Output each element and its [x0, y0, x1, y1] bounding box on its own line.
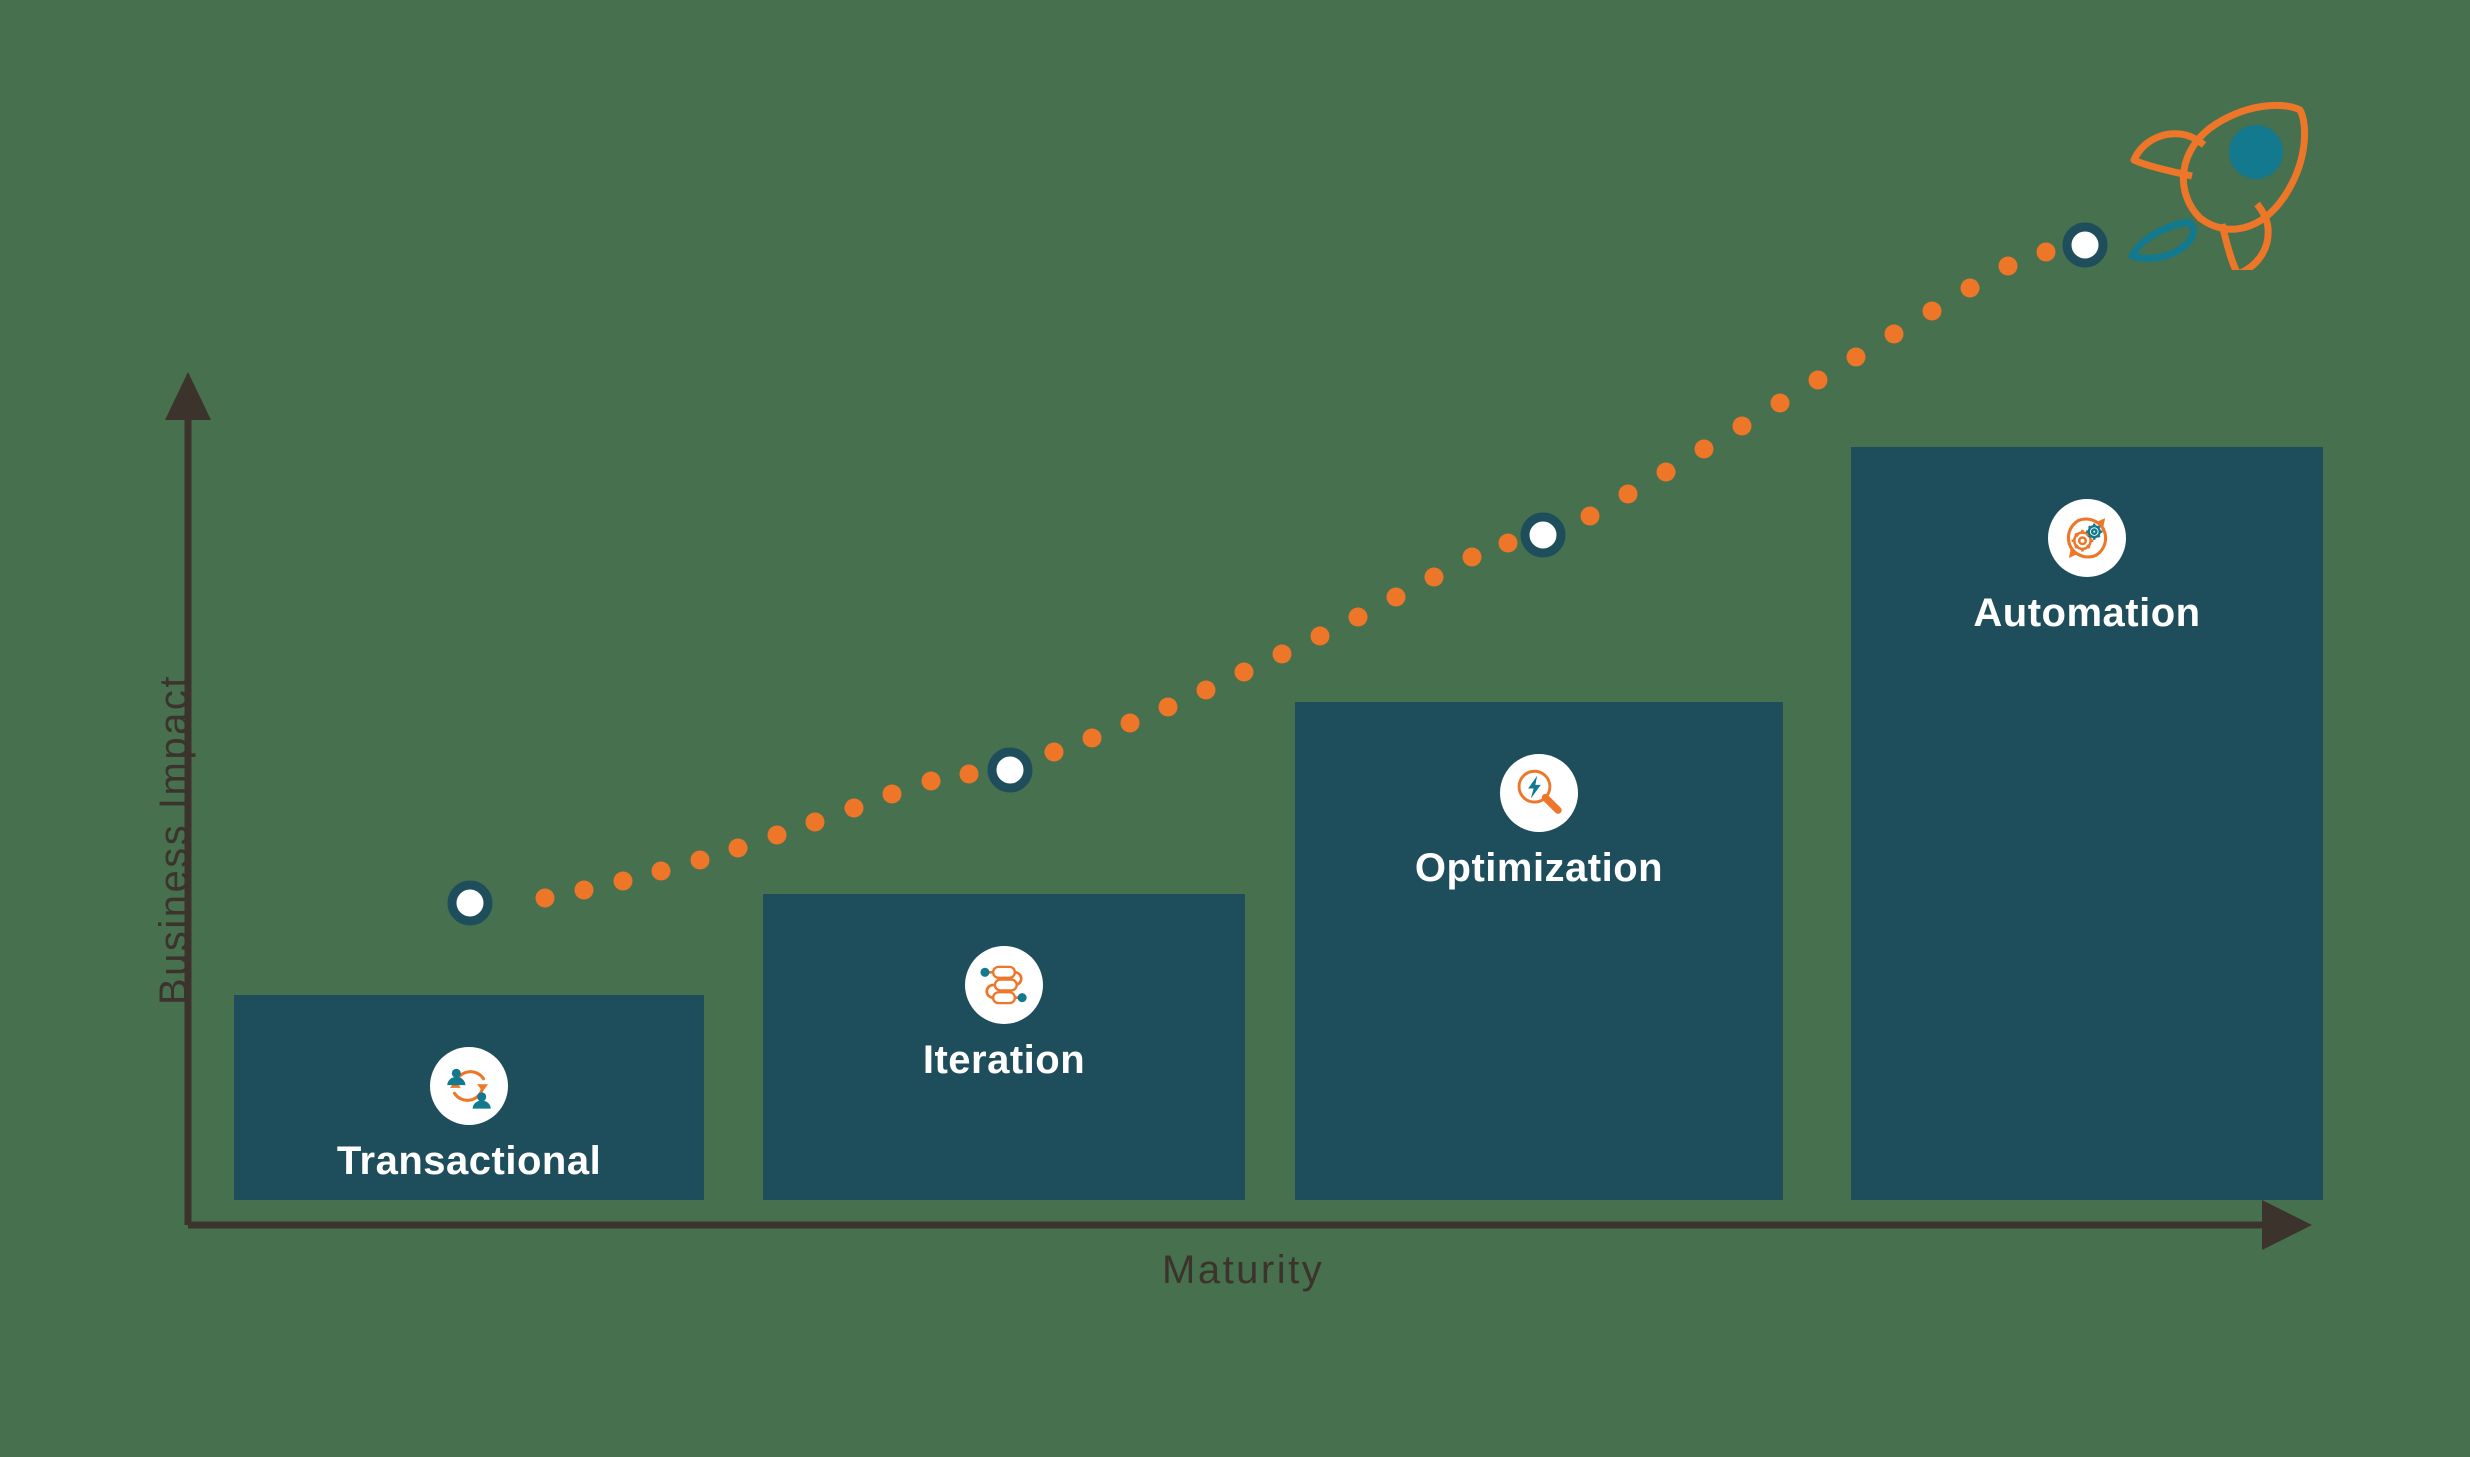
- trend-dot: [1998, 256, 2018, 276]
- trend-dot: [1386, 587, 1406, 607]
- trend-marker-transactional[interactable]: [447, 880, 493, 926]
- trend-dot: [574, 880, 594, 900]
- trend-dot: [1770, 393, 1790, 413]
- trend-dot: [1808, 370, 1828, 390]
- trend-dot: [1884, 324, 1904, 344]
- trend-dot: [959, 764, 979, 784]
- trend-dot: [1158, 697, 1178, 717]
- bar-iteration[interactable]: Iteration: [763, 894, 1245, 1200]
- x-axis-arrowhead: [2262, 1200, 2312, 1250]
- trend-dot: [844, 798, 864, 818]
- trend-dot: [921, 771, 941, 791]
- trend-dot: [1846, 347, 1866, 367]
- trend-dot: [1310, 626, 1330, 646]
- rocket-icon: [2128, 101, 2309, 270]
- trend-dot: [728, 838, 748, 858]
- trend-dot: [767, 825, 787, 845]
- maturity-impact-chart: Business Impact Maturity Transactional I…: [0, 0, 2470, 1457]
- y-axis-label: Business Impact: [152, 674, 196, 1005]
- trend-dot: [1272, 644, 1292, 664]
- trend-dot: [1656, 462, 1676, 482]
- bar-label-automation: Automation: [1973, 591, 2201, 635]
- gears-refresh-icon: [2048, 499, 2126, 577]
- bar-automation[interactable]: Automation: [1851, 447, 2323, 1200]
- trend-dot: [1424, 567, 1444, 587]
- magnifier-bolt-icon: [1500, 754, 1578, 832]
- trend-dot: [651, 861, 671, 881]
- trend-dot: [690, 850, 710, 870]
- y-axis-arrowhead: [165, 372, 211, 420]
- trend-dot: [1732, 416, 1752, 436]
- trend-dot: [1694, 439, 1714, 459]
- bar-optimization[interactable]: Optimization: [1295, 702, 1783, 1200]
- trend-marker-optimization[interactable]: [1520, 512, 1566, 558]
- trend-dot: [1044, 742, 1064, 762]
- x-axis-label: Maturity: [1162, 1248, 1325, 1292]
- trend-dot: [882, 784, 902, 804]
- trend-dot: [1082, 728, 1102, 748]
- bar-transactional[interactable]: Transactional: [234, 995, 704, 1200]
- trend-dot: [1618, 484, 1638, 504]
- trend-dot: [1960, 278, 1980, 298]
- trend-dot: [535, 888, 555, 908]
- bar-label-iteration: Iteration: [922, 1038, 1086, 1082]
- trend-marker-automation[interactable]: [2062, 222, 2108, 268]
- trend-dot: [1498, 533, 1518, 553]
- trend-dot: [1120, 713, 1140, 733]
- trend-dot: [805, 812, 825, 832]
- trend-dot: [1234, 662, 1254, 682]
- trend-marker-iteration[interactable]: [987, 747, 1033, 793]
- trend-dot: [2036, 242, 2056, 262]
- trend-dot: [1196, 680, 1216, 700]
- workflow-path-icon: [965, 946, 1043, 1024]
- bar-label-optimization: Optimization: [1414, 846, 1664, 890]
- trend-dot: [1580, 506, 1600, 526]
- trend-dot: [1922, 301, 1942, 321]
- bar-label-transactional: Transactional: [336, 1139, 602, 1183]
- trend-dot: [1348, 607, 1368, 627]
- trend-dot: [613, 871, 633, 891]
- people-cycle-icon: [430, 1047, 508, 1125]
- trend-dot: [1462, 547, 1482, 567]
